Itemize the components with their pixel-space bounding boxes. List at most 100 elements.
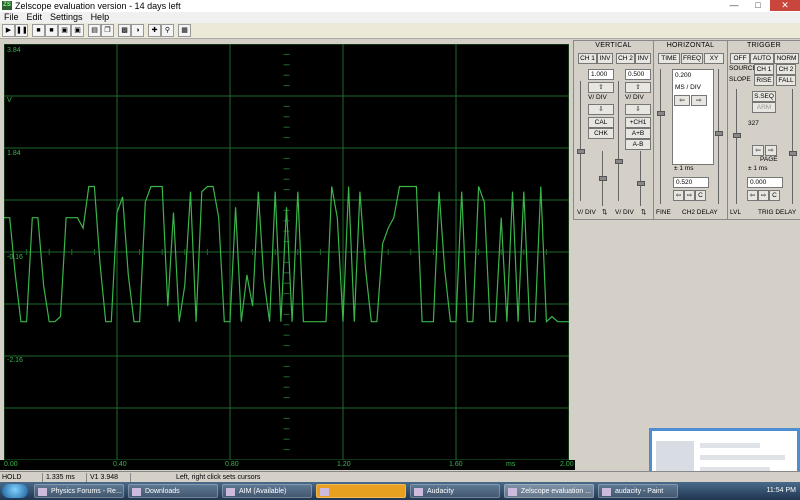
y-label: -0.16 xyxy=(7,254,23,261)
taskbar-item-zelscope[interactable]: Zelscope evaluation ... xyxy=(504,484,594,498)
menu-help[interactable]: Help xyxy=(87,12,114,23)
menu-bar: File Edit Settings Help xyxy=(0,12,800,23)
ch1-down-button[interactable]: ⇩ xyxy=(588,104,614,115)
ch2-slider-knob[interactable] xyxy=(615,159,623,164)
time-button[interactable]: TIME xyxy=(658,53,680,64)
a-minus-b-button[interactable]: A-B xyxy=(625,139,651,150)
menu-edit[interactable]: Edit xyxy=(23,12,47,23)
t-delay-center-button[interactable]: C xyxy=(769,190,780,201)
taskbar-item-audacity[interactable]: Audacity xyxy=(410,484,500,498)
sseq-button[interactable]: S.SEQ xyxy=(752,91,776,102)
status-mode: HOLD xyxy=(0,473,43,482)
scope-display[interactable]: 3.84 V 1.84 -0.16 -2.16 xyxy=(4,44,569,460)
taskbar-item-downloads[interactable]: Downloads xyxy=(128,484,218,498)
ch2-fine-knob[interactable] xyxy=(637,181,645,186)
trig-delay-slider[interactable] xyxy=(792,89,793,204)
minimize-button[interactable]: — xyxy=(722,0,746,11)
fine-slider-knob[interactable] xyxy=(657,111,665,116)
paste-icon[interactable]: ▩ xyxy=(118,24,131,37)
trig-delay-knob[interactable] xyxy=(789,151,797,156)
maximize-button[interactable]: □ xyxy=(746,0,770,11)
y-label: V xyxy=(7,97,12,104)
inv1-button[interactable]: INV xyxy=(597,53,613,64)
xy-button[interactable]: XY xyxy=(704,53,724,64)
menu-file[interactable]: File xyxy=(0,12,23,23)
print-icon[interactable]: ▤ xyxy=(88,24,101,37)
h-delay-center-button[interactable]: C xyxy=(695,190,706,201)
folder-icon xyxy=(132,488,141,496)
chk-button[interactable]: CHK xyxy=(588,128,614,139)
ch1-footer-icon: ⇅ xyxy=(602,209,608,216)
slope-rise-button[interactable]: RISE xyxy=(754,75,774,86)
ch2-button[interactable]: CH 2 xyxy=(616,53,635,64)
ch1-button[interactable]: CH 1 xyxy=(578,53,597,64)
trigger-norm-button[interactable]: NORM xyxy=(774,53,799,64)
source-label: SOURCE xyxy=(729,65,757,72)
trigger-title: TRIGGER xyxy=(747,42,781,49)
x-label: 1.60 xyxy=(449,461,463,468)
timebase-left-button[interactable]: ⇦ xyxy=(674,95,690,106)
pause-icon[interactable]: ❚❚ xyxy=(15,24,28,37)
ch1-slider-knob[interactable] xyxy=(577,149,585,154)
freq-button[interactable]: FREQ xyxy=(681,53,703,64)
x-label: 2.00 xyxy=(560,461,574,468)
color-icon[interactable]: ◑ xyxy=(131,24,144,37)
scope-plot[interactable] xyxy=(4,44,569,460)
taskbar-item-paint[interactable]: audacity - Paint xyxy=(598,484,678,498)
taskbar-item-physics-forums[interactable]: Physics Forums - Re... xyxy=(34,484,124,498)
ch2-delay-knob[interactable] xyxy=(715,131,723,136)
browser-icon xyxy=(38,488,47,496)
save-icon[interactable]: ▣ xyxy=(58,24,71,37)
zoom-icon[interactable]: ⚲ xyxy=(161,24,174,37)
timebase-right-button[interactable]: ⇨ xyxy=(691,95,707,106)
ch2-down-button[interactable]: ⇩ xyxy=(625,104,651,115)
close-button[interactable]: ✕ xyxy=(770,0,800,11)
h-delay-right-button[interactable]: ⇨ xyxy=(684,190,695,201)
lvl-label: LVL xyxy=(730,209,742,216)
save-icon[interactable]: ■ xyxy=(32,24,45,37)
fine-slider[interactable] xyxy=(660,69,661,204)
trigger-level-slider[interactable] xyxy=(736,89,737,204)
t-delay-value: 0.000 xyxy=(747,177,783,188)
trigger-level-knob[interactable] xyxy=(733,133,741,138)
save-icon[interactable]: ▣ xyxy=(71,24,84,37)
trigger-off-button[interactable]: OFF xyxy=(730,53,750,64)
start-button[interactable] xyxy=(2,484,28,498)
ch2-up-button[interactable]: ⇧ xyxy=(625,82,651,93)
t-delay-right-button[interactable]: ⇨ xyxy=(758,190,769,201)
notification-avatar xyxy=(656,441,694,473)
ch2-fine-slider[interactable] xyxy=(640,151,641,206)
source-ch2-button[interactable]: CH 2 xyxy=(776,64,796,75)
taskbar-item-aim[interactable]: AIM (Available) xyxy=(222,484,312,498)
trigger-auto-button[interactable]: AUTO xyxy=(750,53,774,64)
crosshair-icon[interactable]: ✚ xyxy=(148,24,161,37)
ch1-fine-knob[interactable] xyxy=(599,176,607,181)
ch2-delay-label: CH2 DELAY xyxy=(682,209,718,216)
cal-button[interactable]: CAL xyxy=(588,117,614,128)
save-icon[interactable]: ■ xyxy=(45,24,58,37)
trig-delay-label: TRIG DELAY xyxy=(758,209,797,216)
ch2-position-slider[interactable] xyxy=(618,81,619,201)
menu-settings[interactable]: Settings xyxy=(46,12,87,23)
copy-icon[interactable]: ❐ xyxy=(101,24,114,37)
a-plus-b-button[interactable]: A+B xyxy=(625,128,651,139)
slope-fall-button[interactable]: FALL xyxy=(776,75,796,86)
notification-line xyxy=(700,443,760,448)
source-ch1-button[interactable]: CH 1 xyxy=(754,64,774,75)
ch2-delay-slider[interactable] xyxy=(718,69,719,204)
arm-button[interactable]: ARM xyxy=(752,102,776,113)
plus-ch1-button[interactable]: +CH1 xyxy=(625,117,651,128)
taskbar-item-flashing[interactable] xyxy=(316,484,406,498)
inv2-button[interactable]: INV xyxy=(635,53,651,64)
t-delay-left-button[interactable]: ⇦ xyxy=(747,190,758,201)
ch1-up-button[interactable]: ⇧ xyxy=(588,82,614,93)
h-delay-left-button[interactable]: ⇦ xyxy=(673,190,684,201)
grid-icon[interactable]: ▦ xyxy=(178,24,191,37)
ch1-position-slider[interactable] xyxy=(580,81,581,201)
taskbar-clock: 11:54 PM xyxy=(766,487,796,494)
play-icon[interactable]: ▶ xyxy=(2,24,15,37)
vertical-section: VERTICAL CH 1 INV CH 2 INV 1.000 ⇧ V/ DI… xyxy=(574,41,654,219)
taskbar: Physics Forums - Re... Downloads AIM (Av… xyxy=(0,482,800,500)
h-delay-unit: ± 1 ms xyxy=(674,165,694,172)
app-icon xyxy=(320,488,329,496)
